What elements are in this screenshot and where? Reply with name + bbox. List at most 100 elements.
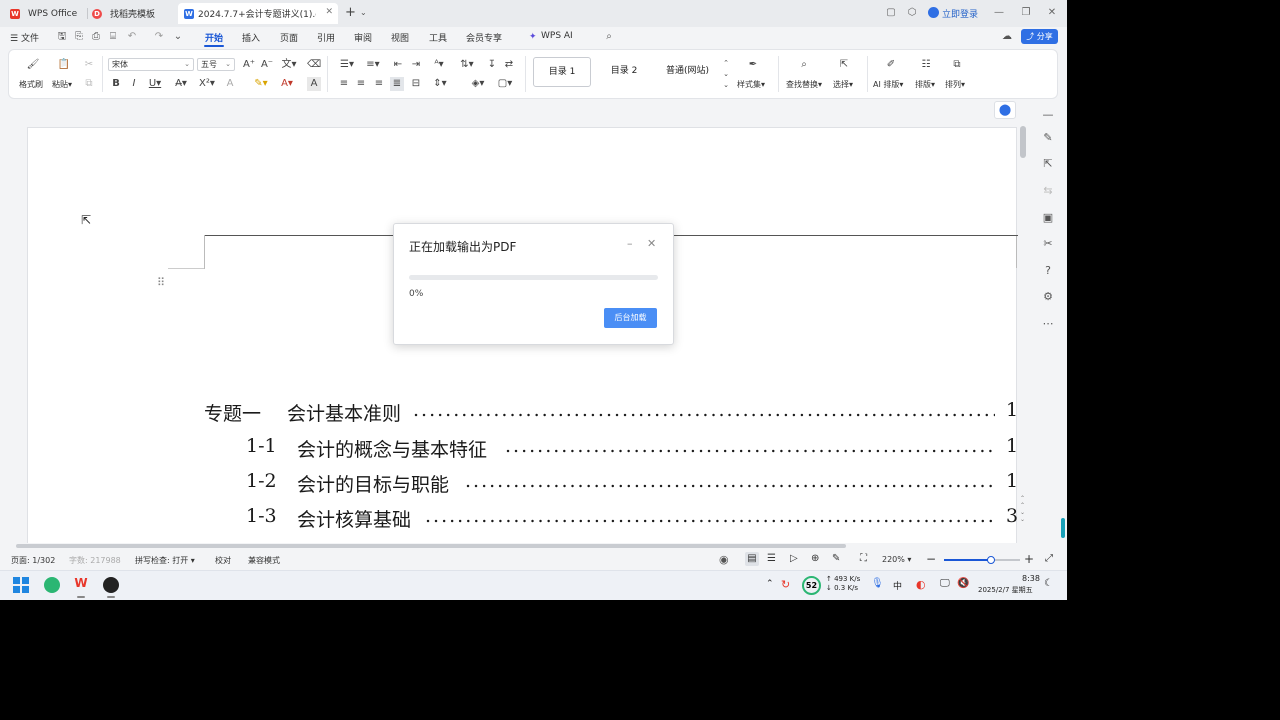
speed-badge[interactable]: 52 bbox=[802, 576, 821, 595]
new-tab-button[interactable]: + bbox=[345, 5, 356, 20]
zoom-slider-handle[interactable] bbox=[987, 556, 995, 564]
tab-document[interactable]: W 2024.7.7+会计专题讲义(1).d ✕ bbox=[178, 3, 338, 24]
ai-layout-icon[interactable]: ✐ bbox=[884, 58, 898, 72]
avatar[interactable] bbox=[928, 7, 939, 18]
text-effect-icon[interactable]: A bbox=[223, 77, 237, 91]
play-icon[interactable]: ▷ bbox=[790, 553, 798, 564]
font-size-select[interactable]: 五号 ⌄ bbox=[197, 58, 235, 71]
restore-icon[interactable]: ❐ bbox=[1019, 6, 1033, 20]
notification-icon[interactable]: ☾ bbox=[1044, 578, 1053, 589]
word-count[interactable]: 字数: 217988 bbox=[69, 555, 121, 566]
format-painter-label[interactable]: 格式刷 bbox=[19, 79, 43, 90]
browser-icon[interactable] bbox=[44, 577, 60, 593]
horizontal-scrollbar[interactable] bbox=[8, 543, 1038, 549]
swap-icon[interactable]: ⇆ bbox=[1041, 184, 1055, 198]
login-link[interactable]: 立即登录 bbox=[942, 7, 978, 20]
select-icon[interactable]: ⇱ bbox=[837, 58, 851, 72]
fullscreen-icon[interactable]: ⤢ bbox=[1045, 553, 1053, 564]
refresh-icon[interactable]: ↻ bbox=[781, 578, 790, 591]
decrease-indent-icon[interactable]: ⇤ bbox=[391, 58, 405, 72]
print-preview-icon[interactable]: ⌸ bbox=[107, 31, 119, 43]
close-icon[interactable]: ✕ bbox=[1045, 6, 1059, 20]
style-toc1[interactable]: 目录 1 bbox=[533, 57, 591, 87]
tools-icon[interactable]: ✂ bbox=[1041, 237, 1055, 251]
find-replace-icon[interactable]: ⌕ bbox=[797, 58, 811, 72]
collapse-icon[interactable]: — bbox=[1041, 108, 1055, 122]
style-normal-web[interactable]: 普通(网站) bbox=[655, 57, 720, 87]
tab-tools[interactable]: 工具 bbox=[429, 31, 447, 44]
cube-icon[interactable]: ⬡ bbox=[905, 6, 919, 20]
pen-icon[interactable]: ✎ bbox=[1041, 131, 1055, 145]
highlight-icon[interactable]: ✎▾ bbox=[251, 77, 271, 91]
chevron-up-icon[interactable]: ⌃ bbox=[766, 579, 774, 589]
minimize-icon[interactable]: — bbox=[992, 6, 1006, 20]
toc-title[interactable]: 会计核算基础 bbox=[297, 505, 411, 532]
strikethrough-icon[interactable]: A̶▾ bbox=[171, 77, 191, 91]
cloud-icon[interactable]: ☁ bbox=[1001, 31, 1013, 43]
tab-view[interactable]: 视图 bbox=[391, 31, 409, 44]
recorder-icon[interactable] bbox=[103, 577, 119, 593]
chevron-down-icon[interactable]: ⌄ bbox=[172, 31, 184, 43]
microphone-icon[interactable]: 🎙 bbox=[871, 578, 884, 589]
style-toc2[interactable]: 目录 2 bbox=[599, 57, 649, 87]
layout-icon[interactable]: ☷ bbox=[919, 58, 933, 72]
search-icon[interactable]: ⌕ bbox=[603, 31, 615, 43]
shrink-font-icon[interactable]: A⁻ bbox=[260, 58, 274, 72]
line-spacing-icon[interactable]: ⇕▾ bbox=[429, 77, 451, 91]
display-icon[interactable]: 🖵 bbox=[940, 578, 950, 589]
grow-font-icon[interactable]: A⁺ bbox=[242, 58, 256, 72]
superscript-icon[interactable]: X²▾ bbox=[197, 77, 217, 91]
justify-icon[interactable]: ≣ bbox=[390, 77, 404, 91]
background-load-button[interactable]: 后台加载 bbox=[604, 308, 657, 328]
format-painter-icon[interactable]: 🖌 bbox=[25, 58, 41, 72]
window-icon[interactable]: ▢ bbox=[884, 6, 898, 20]
shading-icon[interactable]: ◈▾ bbox=[467, 77, 489, 91]
proofread-button[interactable]: 校对 bbox=[215, 555, 231, 566]
border-icon[interactable]: ▢▾ bbox=[494, 77, 516, 91]
zoom-slider-track[interactable] bbox=[944, 556, 1020, 564]
paste-label[interactable]: 粘贴▾ bbox=[52, 79, 72, 90]
phonetic-icon[interactable]: 文▾ bbox=[279, 58, 299, 72]
redo-icon[interactable]: ↷ bbox=[153, 31, 165, 43]
numbering-icon[interactable]: ≡▾ bbox=[363, 58, 383, 72]
zoom-out-icon[interactable]: − bbox=[926, 552, 936, 566]
file-menu[interactable]: ☰ 文件 bbox=[10, 31, 39, 44]
sort-icon[interactable]: ⇅▾ bbox=[457, 58, 477, 72]
undo-icon[interactable]: ↶ bbox=[126, 31, 138, 43]
italic-icon[interactable]: I bbox=[127, 77, 141, 91]
print-icon[interactable]: ⎙ bbox=[90, 31, 102, 43]
side-panel-handle[interactable] bbox=[1061, 518, 1065, 538]
clear-format-icon[interactable]: ⌫ bbox=[307, 58, 321, 72]
tab-references[interactable]: 引用 bbox=[317, 31, 335, 44]
text-direction-icon[interactable]: ᴬ▾ bbox=[429, 58, 449, 72]
close-icon[interactable]: ✕ bbox=[647, 237, 656, 250]
bold-icon[interactable]: B bbox=[109, 77, 123, 91]
share-button[interactable]: ⤴ 分享 bbox=[1021, 29, 1058, 44]
zoom-level[interactable]: 220% ▾ bbox=[882, 555, 911, 564]
tab-wps-office[interactable]: W WPS Office bbox=[8, 3, 86, 24]
show-marks-icon[interactable]: ⇄ bbox=[502, 58, 516, 72]
image-icon[interactable]: ▣ bbox=[1041, 211, 1055, 225]
tab-member[interactable]: 会员专享 bbox=[466, 31, 502, 44]
drag-handle-icon[interactable]: ⠿ bbox=[157, 276, 165, 289]
char-shading-icon[interactable]: A bbox=[307, 77, 321, 91]
vertical-scrollbar-thumb[interactable] bbox=[1020, 126, 1026, 158]
help-icon[interactable]: ? bbox=[1041, 264, 1055, 278]
cursor-select-icon[interactable]: ⇱ bbox=[1041, 157, 1055, 171]
chevron-down-icon[interactable]: ⌄ bbox=[360, 8, 367, 17]
arrange-label[interactable]: 排列▾ bbox=[945, 79, 965, 90]
minimize-icon[interactable]: – bbox=[627, 237, 633, 250]
zoom-in-icon[interactable]: + bbox=[1024, 552, 1034, 566]
speaker-muted-icon[interactable]: 🔇 bbox=[957, 578, 969, 589]
export-icon[interactable]: ⎘ bbox=[73, 31, 85, 43]
paste-icon[interactable]: 📋 bbox=[56, 58, 72, 72]
eye-icon[interactable]: ◉ bbox=[719, 553, 729, 566]
style-set-icon[interactable]: ✒ bbox=[746, 58, 760, 72]
web-view-icon[interactable]: ⊕ bbox=[811, 553, 819, 564]
ai-layout-label[interactable]: AI 排版▾ bbox=[873, 79, 903, 90]
arrange-icon[interactable]: ⧉ bbox=[950, 58, 964, 72]
app-tray-icon[interactable]: ◐ bbox=[916, 578, 926, 591]
tab-review[interactable]: 审阅 bbox=[354, 31, 372, 44]
close-tab-icon[interactable]: ✕ bbox=[325, 7, 333, 17]
style-set-label[interactable]: 样式集▾ bbox=[737, 79, 765, 90]
